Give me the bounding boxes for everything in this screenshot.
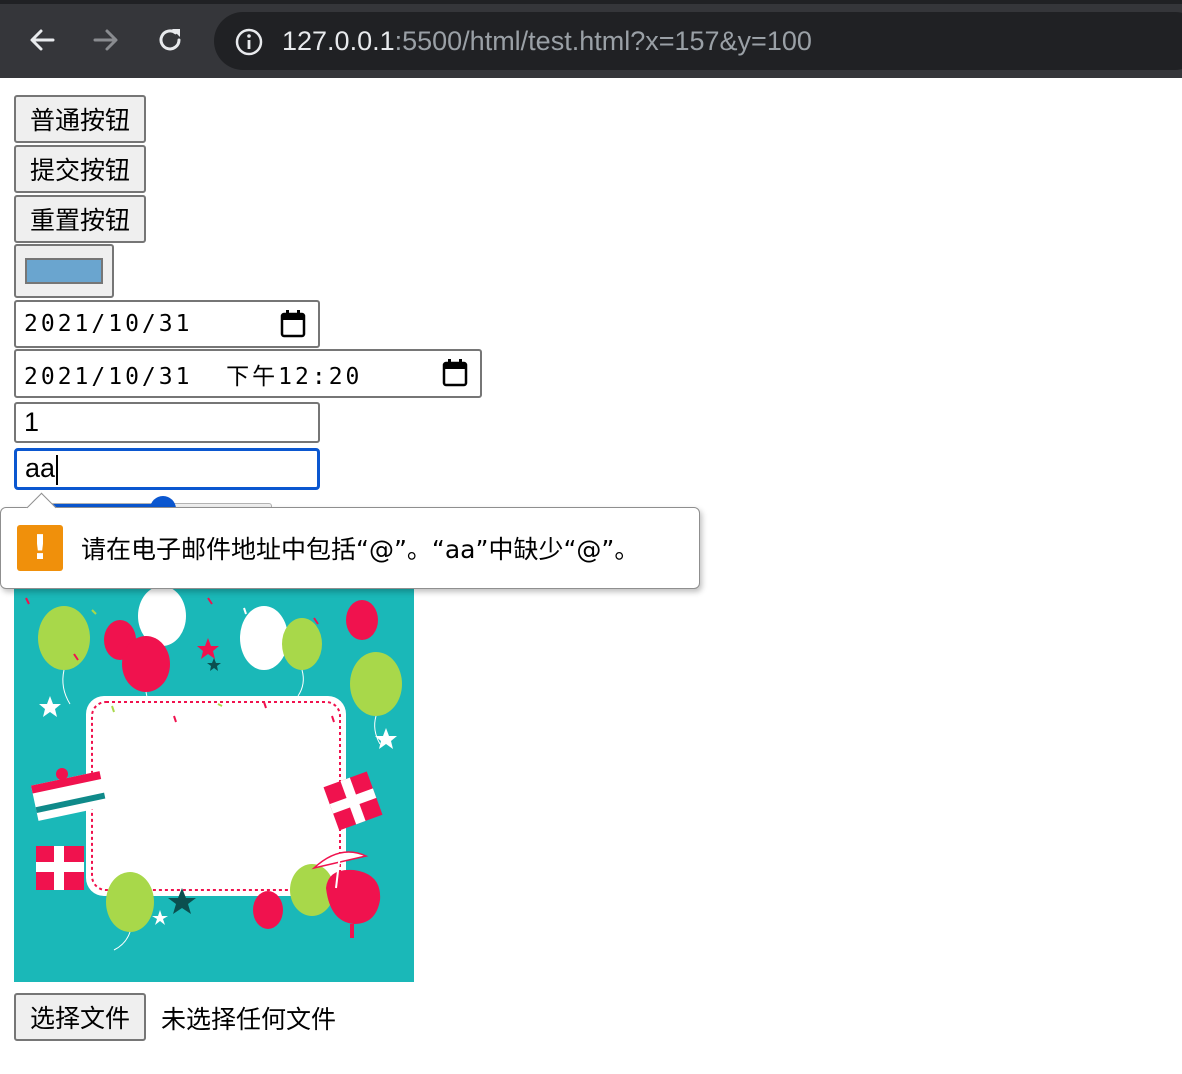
arrow-left-icon (30, 29, 55, 51)
warning-icon: ! (17, 525, 63, 571)
gift-box-left (36, 846, 84, 890)
reload-button[interactable] (150, 20, 190, 60)
datetime-input[interactable]: 2021/10/31 下午12:20 (14, 349, 482, 398)
forward-button[interactable] (86, 20, 126, 60)
url-host: 127.0.0.1 (282, 26, 395, 56)
number-input[interactable]: 1 (14, 402, 320, 443)
text-caret (56, 454, 59, 485)
datetime-value: 2021/10/31 下午12:20 (24, 363, 363, 390)
calendar-icon[interactable] (280, 310, 306, 338)
arrow-right-icon (93, 29, 118, 51)
calendar-icon[interactable] (442, 359, 468, 387)
choose-file-button[interactable]: 选择文件 (14, 993, 147, 1041)
normal-button[interactable]: 普通按钮 (14, 95, 147, 143)
balloon-red (253, 891, 283, 929)
address-bar[interactable]: 127.0.0.1:5500/html/test.html?x=157&y=10… (214, 12, 1182, 70)
date-input[interactable]: 2021/10/31 (14, 300, 320, 348)
tooltip-arrow (26, 492, 57, 523)
balloon-red (346, 600, 378, 640)
url-text: 127.0.0.1:5500/html/test.html?x=157&y=10… (282, 25, 812, 57)
back-button[interactable] (22, 20, 62, 60)
url-path: :5500/html/test.html?x=157&y=100 (394, 26, 812, 56)
number-value: 1 (24, 407, 40, 437)
browser-toolbar: 127.0.0.1:5500/html/test.html?x=157&y=10… (0, 0, 1182, 78)
info-icon[interactable] (234, 27, 264, 57)
party-balloons-image (14, 588, 414, 982)
email-input[interactable]: aa (14, 448, 320, 490)
reload-icon (159, 29, 181, 51)
email-value: aa (17, 453, 59, 485)
submit-button[interactable]: 提交按钮 (14, 145, 147, 193)
validation-tooltip: ! 请在电子邮件地址中包括“@”。“aa”中缺少“@”。 (0, 492, 700, 589)
color-picker[interactable] (14, 244, 114, 298)
file-status-text: 未选择任何文件 (161, 1005, 337, 1034)
balloon-white (240, 606, 288, 670)
validation-message: 请在电子邮件地址中包括“@”。“aa”中缺少“@”。 (81, 535, 640, 564)
reset-button[interactable]: 重置按钮 (14, 195, 147, 243)
date-value: 2021/10/31 (24, 311, 193, 337)
color-swatch (25, 258, 103, 284)
